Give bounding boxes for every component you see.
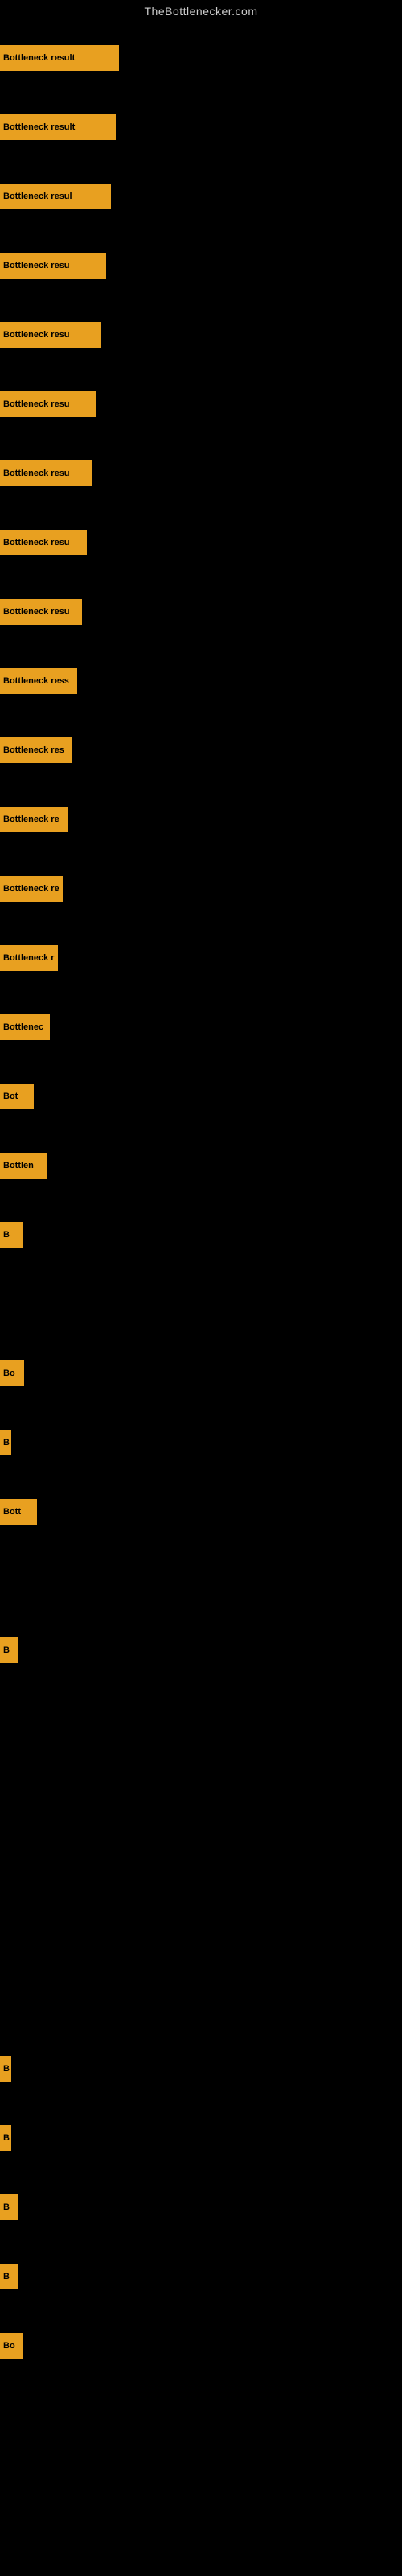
- bottleneck-result-label: B: [3, 2272, 10, 2281]
- bottleneck-result-bar: B: [0, 2056, 11, 2082]
- bottleneck-result-label: B: [3, 2133, 10, 2143]
- bottleneck-result-bar: B: [0, 1430, 11, 1455]
- bottleneck-result-bar: Bott: [0, 1499, 37, 1525]
- bottleneck-result-label: Bottleneck resu: [3, 538, 70, 547]
- bottleneck-result-label: Bottleneck r: [3, 953, 55, 963]
- bottleneck-result-label: Bottleneck ress: [3, 676, 69, 686]
- bottleneck-result-label: Bottleneck re: [3, 884, 59, 894]
- bottleneck-result-bar: Bottleneck resu: [0, 530, 87, 555]
- bottleneck-result-label: Bot: [3, 1092, 18, 1101]
- bottleneck-result-bar: Bo: [0, 1360, 24, 1386]
- bottleneck-result-bar: B: [0, 2264, 18, 2289]
- bottleneck-result-bar: Bottleneck r: [0, 945, 58, 971]
- bottleneck-result-bar: B: [0, 1637, 18, 1663]
- bottleneck-result-label: Bott: [3, 1507, 21, 1517]
- bottleneck-result-label: Bottlenec: [3, 1022, 43, 1032]
- bottleneck-result-bar: Bottleneck resul: [0, 184, 111, 209]
- bottleneck-result-label: Bottleneck resu: [3, 399, 70, 409]
- bottleneck-result-label: B: [3, 1645, 10, 1655]
- bottleneck-result-bar: Bot: [0, 1084, 34, 1109]
- bottleneck-result-label: B: [3, 1438, 10, 1447]
- bottleneck-result-bar: Bottleneck res: [0, 737, 72, 763]
- bottleneck-result-label: Bottleneck result: [3, 53, 75, 63]
- bottleneck-result-bar: B: [0, 2125, 11, 2151]
- bottleneck-result-bar: Bottleneck resu: [0, 460, 92, 486]
- bottleneck-result-bar: Bottleneck resu: [0, 391, 96, 417]
- bottleneck-result-bar: B: [0, 2194, 18, 2220]
- bottleneck-result-label: Bo: [3, 1368, 15, 1378]
- site-title: TheBottlenecker.com: [0, 0, 402, 21]
- bottleneck-result-bar: Bottleneck resu: [0, 599, 82, 625]
- bottleneck-result-label: Bo: [3, 2341, 15, 2351]
- bottleneck-result-label: Bottleneck resu: [3, 330, 70, 340]
- bottleneck-result-label: Bottleneck resu: [3, 261, 70, 270]
- bottleneck-result-bar: Bottlenec: [0, 1014, 50, 1040]
- bottleneck-result-label: Bottlen: [3, 1161, 34, 1170]
- bottleneck-result-bar: Bo: [0, 2333, 23, 2359]
- bottleneck-result-bar: Bottleneck resu: [0, 322, 101, 348]
- bottleneck-result-label: B: [3, 2064, 10, 2074]
- bottleneck-result-bar: B: [0, 1222, 23, 1248]
- bottleneck-result-bar: Bottleneck re: [0, 876, 63, 902]
- bottleneck-result-label: Bottleneck re: [3, 815, 59, 824]
- bottleneck-result-label: Bottleneck result: [3, 122, 75, 132]
- bottleneck-result-bar: Bottleneck resu: [0, 253, 106, 279]
- bottleneck-result-label: B: [3, 1230, 10, 1240]
- bottleneck-result-bar: Bottleneck ress: [0, 668, 77, 694]
- bottleneck-result-label: Bottleneck resu: [3, 607, 70, 617]
- bottleneck-result-label: Bottleneck resul: [3, 192, 72, 201]
- bottleneck-result-bar: Bottleneck result: [0, 114, 116, 140]
- bottleneck-result-bar: Bottleneck result: [0, 45, 119, 71]
- bottleneck-result-bar: Bottleneck re: [0, 807, 68, 832]
- bottleneck-result-label: Bottleneck resu: [3, 469, 70, 478]
- bottleneck-result-label: Bottleneck res: [3, 745, 64, 755]
- bottleneck-result-label: B: [3, 2202, 10, 2212]
- bottleneck-result-bar: Bottlen: [0, 1153, 47, 1179]
